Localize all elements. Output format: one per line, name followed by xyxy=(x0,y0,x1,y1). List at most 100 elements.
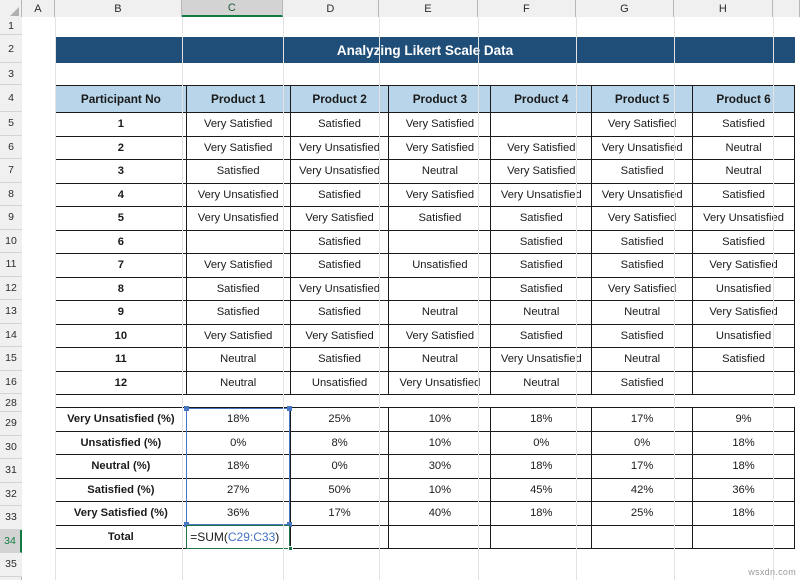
row-header-3[interactable]: 3 xyxy=(0,63,22,85)
participant-number-cell[interactable]: 12 xyxy=(56,371,187,395)
rating-cell[interactable]: Very Satisfied xyxy=(389,183,491,207)
row-header-33[interactable]: 33 xyxy=(0,506,22,530)
participant-number-cell[interactable]: 7 xyxy=(56,254,187,278)
row-header-32[interactable]: 32 xyxy=(0,483,22,507)
participant-number-cell[interactable]: 4 xyxy=(56,183,187,207)
summary-percentage-cell[interactable]: 0% xyxy=(186,431,290,455)
row-header-1[interactable]: 1 xyxy=(0,17,22,35)
summary-percentage-cell[interactable]: 27% xyxy=(186,478,290,502)
column-header-d[interactable]: D xyxy=(283,0,379,17)
rating-cell[interactable]: Neutral xyxy=(389,160,491,184)
rating-cell[interactable]: Very Unsatisfied xyxy=(290,136,389,160)
row-header-34[interactable]: 34 xyxy=(0,530,22,554)
summary-percentage-cell[interactable]: 25% xyxy=(290,408,389,432)
rating-cell[interactable]: Satisfied xyxy=(290,113,389,137)
row-header-6[interactable]: 6 xyxy=(0,136,22,160)
rating-cell[interactable]: Satisfied xyxy=(186,301,290,325)
rating-cell[interactable]: Satisfied xyxy=(592,160,693,184)
rating-cell[interactable]: Very Satisfied xyxy=(290,207,389,231)
rating-cell[interactable]: Neutral xyxy=(592,301,693,325)
row-header-11[interactable]: 11 xyxy=(0,253,22,277)
summary-percentage-cell[interactable]: 0% xyxy=(290,455,389,479)
rating-cell[interactable]: Very Unsatisfied xyxy=(592,183,693,207)
rating-cell[interactable]: Unsatisfied xyxy=(389,254,491,278)
summary-percentage-cell[interactable]: 30% xyxy=(389,455,491,479)
row-header-4[interactable]: 4 xyxy=(0,85,22,112)
rating-cell[interactable]: Neutral xyxy=(693,160,795,184)
column-header-partial[interactable] xyxy=(773,0,800,17)
rating-cell[interactable]: Satisfied xyxy=(290,230,389,254)
participant-number-cell[interactable]: 9 xyxy=(56,301,187,325)
summary-percentage-cell[interactable]: 18% xyxy=(693,431,795,455)
row-header-29[interactable]: 29 xyxy=(0,412,22,436)
summary-percentage-cell[interactable]: 9% xyxy=(693,408,795,432)
participant-number-cell[interactable]: 1 xyxy=(56,113,187,137)
summary-percentage-cell[interactable]: 36% xyxy=(693,478,795,502)
rating-cell[interactable] xyxy=(693,371,795,395)
summary-percentage-cell[interactable]: 18% xyxy=(693,455,795,479)
rating-cell[interactable]: Satisfied xyxy=(290,183,389,207)
row-header-10[interactable]: 10 xyxy=(0,230,22,254)
rating-cell[interactable]: Very Unsatisfied xyxy=(693,207,795,231)
row-header-13[interactable]: 13 xyxy=(0,300,22,324)
summary-row-label[interactable]: Neutral (%) xyxy=(56,455,187,479)
worksheet-grid[interactable]: Analyzing Likert Scale Data Participant … xyxy=(22,17,800,580)
summary-percentage-cell[interactable]: 36% xyxy=(186,502,290,526)
rating-cell[interactable]: Unsatisfied xyxy=(693,277,795,301)
row-header-14[interactable]: 14 xyxy=(0,324,22,348)
column-header-b[interactable]: B xyxy=(55,0,182,17)
row-header-12[interactable]: 12 xyxy=(0,277,22,301)
summary-percentage-cell[interactable]: 10% xyxy=(389,478,491,502)
rating-cell[interactable]: Satisfied xyxy=(693,183,795,207)
rating-cell[interactable]: Very Unsatisfied xyxy=(186,183,290,207)
participant-number-cell[interactable]: 10 xyxy=(56,324,187,348)
summary-percentage-cell[interactable]: 25% xyxy=(592,502,693,526)
rating-cell[interactable]: Very Satisfied xyxy=(389,113,491,137)
rating-cell[interactable]: Very Satisfied xyxy=(693,254,795,278)
summary-row-label[interactable]: Very Unsatisfied (%) xyxy=(56,408,187,432)
summary-percentage-cell[interactable]: 42% xyxy=(592,478,693,502)
summary-percentage-cell[interactable]: 18% xyxy=(693,502,795,526)
data-table-column-header[interactable]: Participant No xyxy=(56,86,187,113)
rating-cell[interactable]: Very Unsatisfied xyxy=(290,160,389,184)
row-header-35[interactable]: 35 xyxy=(0,553,22,577)
participant-number-cell[interactable]: 2 xyxy=(56,136,187,160)
rating-cell[interactable]: Unsatisfied xyxy=(290,371,389,395)
row-header-15[interactable]: 15 xyxy=(0,347,22,371)
participant-number-cell[interactable]: 5 xyxy=(56,207,187,231)
row-header-strip[interactable]: 123456789101112131415162829303132333435 xyxy=(0,17,22,580)
rating-cell[interactable]: Satisfied xyxy=(592,230,693,254)
rating-cell[interactable]: Satisfied xyxy=(592,324,693,348)
rating-cell[interactable]: Very Satisfied xyxy=(389,324,491,348)
summary-percentage-cell[interactable] xyxy=(389,525,491,549)
row-header-16[interactable]: 16 xyxy=(0,371,22,395)
rating-cell[interactable]: Satisfied xyxy=(290,254,389,278)
row-header-5[interactable]: 5 xyxy=(0,112,22,136)
row-header-9[interactable]: 9 xyxy=(0,206,22,230)
row-header-28[interactable]: 28 xyxy=(0,394,22,412)
rating-cell[interactable]: Neutral xyxy=(389,301,491,325)
rating-cell[interactable]: Unsatisfied xyxy=(693,324,795,348)
rating-cell[interactable]: Very Unsatisfied xyxy=(290,277,389,301)
summary-percentage-cell[interactable]: 17% xyxy=(592,455,693,479)
summary-percentage-cell[interactable]: 17% xyxy=(592,408,693,432)
rating-cell[interactable]: Neutral xyxy=(592,348,693,372)
rating-cell[interactable]: Satisfied xyxy=(290,348,389,372)
summary-percentage-cell[interactable] xyxy=(592,525,693,549)
column-header-h[interactable]: H xyxy=(674,0,773,17)
rating-cell[interactable]: Very Satisfied xyxy=(186,136,290,160)
column-header-f[interactable]: F xyxy=(478,0,576,17)
summary-percentage-cell[interactable]: 10% xyxy=(389,431,491,455)
column-header-e[interactable]: E xyxy=(379,0,478,17)
rating-cell[interactable] xyxy=(186,230,290,254)
summary-percentage-cell[interactable] xyxy=(290,525,389,549)
rating-cell[interactable] xyxy=(389,277,491,301)
rating-cell[interactable]: Very Satisfied xyxy=(186,254,290,278)
rating-cell[interactable]: Neutral xyxy=(389,348,491,372)
rating-cell[interactable]: Satisfied xyxy=(693,348,795,372)
summary-percentage-cell[interactable]: 18% xyxy=(186,408,290,432)
summary-percentage-cell[interactable]: 18% xyxy=(186,455,290,479)
active-cell-formula-editor[interactable]: =SUM(C29:C33) xyxy=(187,526,289,548)
rating-cell[interactable]: Very Satisfied xyxy=(592,207,693,231)
rating-cell[interactable]: Satisfied xyxy=(693,230,795,254)
